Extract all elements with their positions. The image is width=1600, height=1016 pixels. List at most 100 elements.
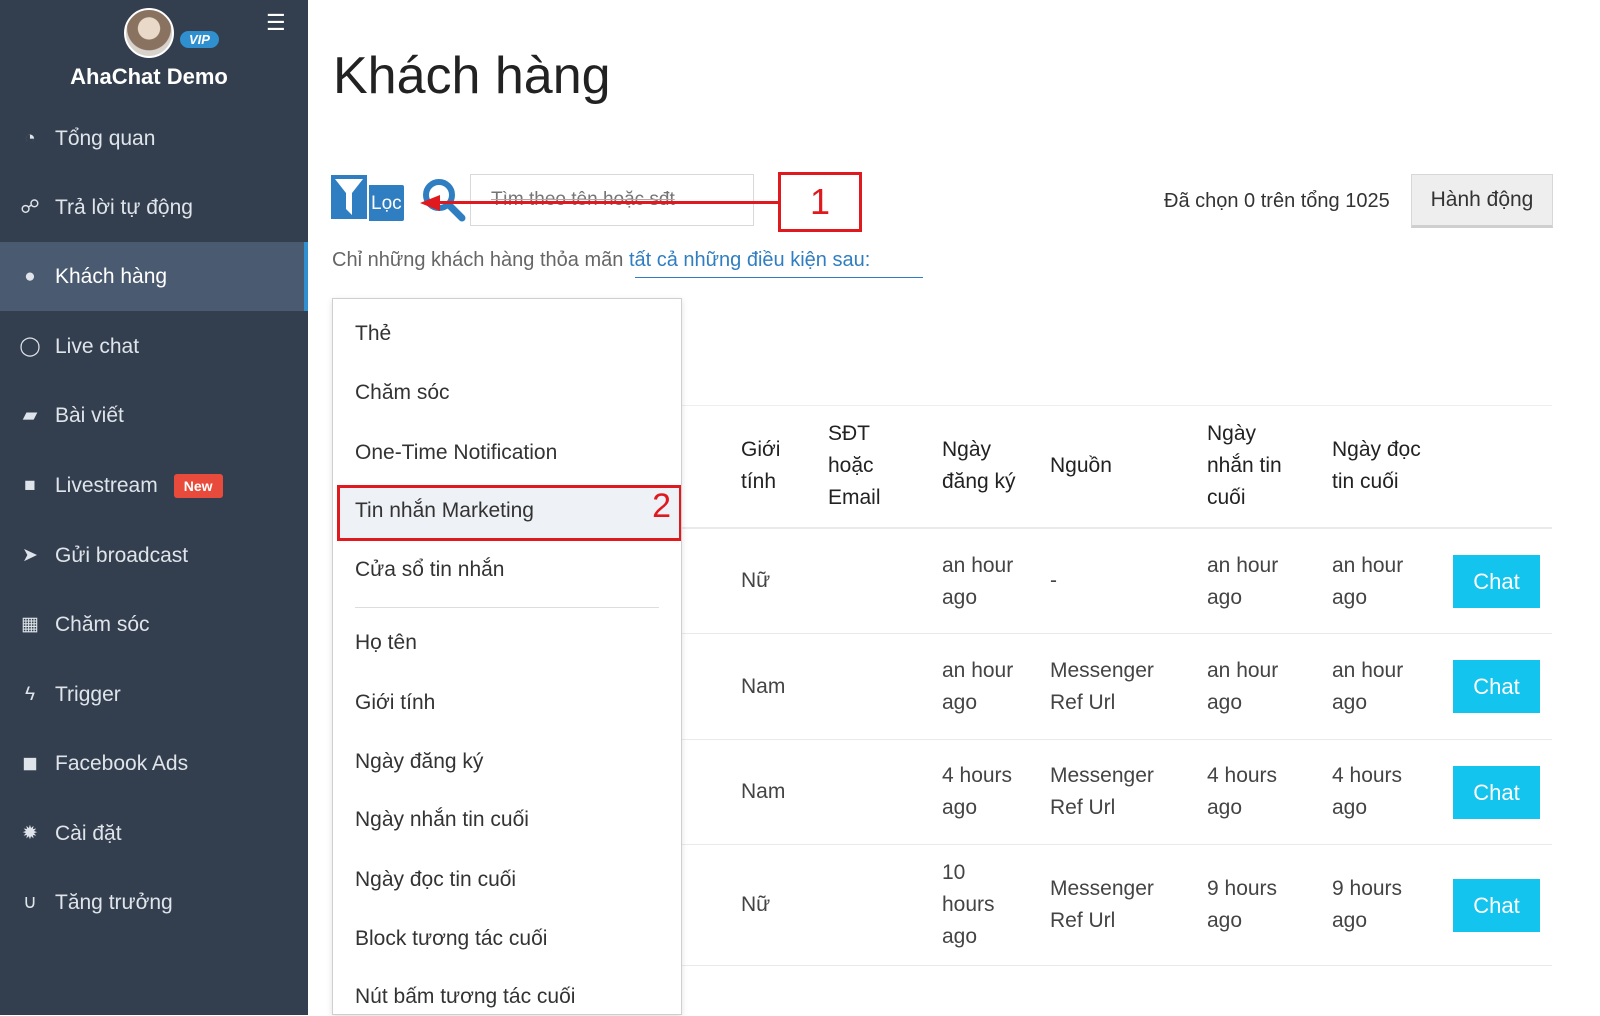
cell-gender: Nam xyxy=(741,780,786,803)
chat-button[interactable]: Chat xyxy=(1453,766,1540,819)
cell-text: Messenger xyxy=(1050,659,1154,682)
cell-text: an hour xyxy=(1332,659,1404,682)
cell-text: Messenger xyxy=(1050,877,1154,900)
dropdown-item-gioi-tinh[interactable]: Giới tính xyxy=(355,691,435,715)
sidebar: VIP ☰ AhaChat Demo ◔ Tổng quan ☍ Trả lời… xyxy=(0,0,308,1015)
condition-prefix: Chỉ những khách hàng thỏa mãn xyxy=(332,249,629,271)
cell-text: an hour xyxy=(1207,554,1279,577)
dropdown-item-nut-bam-tuong-tac-cuoi[interactable]: Nút bấm tương tác cuối xyxy=(355,985,575,1009)
cell-source: - xyxy=(1050,569,1057,592)
filter-field-dropdown: 2 Thẻ Chăm sóc One-Time Notification Tin… xyxy=(332,298,682,1015)
dropdown-item-one-time-notification[interactable]: One-Time Notification xyxy=(355,441,557,465)
cell-text: ago xyxy=(1332,796,1368,819)
cell-text: 10 xyxy=(942,861,966,884)
sidebar-item-label: Khách hàng xyxy=(55,264,168,288)
dropdown-item-cham-soc[interactable]: Chăm sóc xyxy=(355,381,450,405)
cell-text: ago xyxy=(1207,691,1243,714)
header-registered[interactable]: Ngày đăng ký xyxy=(942,434,1016,498)
sidebar-item-tong-quan[interactable]: ◔ Tổng quan xyxy=(0,104,308,173)
cell-last-read: 9 hours ago xyxy=(1332,873,1402,937)
header-text: cuối xyxy=(1207,486,1246,509)
cell-text: ago xyxy=(1207,796,1243,819)
row-divider xyxy=(682,739,1552,740)
dropdown-item-ngay-dang-ky[interactable]: Ngày đăng ký xyxy=(355,750,483,774)
header-last-read[interactable]: Ngày đọc tin cuối xyxy=(1332,434,1421,498)
cell-source: Messenger Ref Url xyxy=(1050,655,1154,719)
sidebar-item-label: Trigger xyxy=(55,682,121,706)
sidebar-item-tang-truong[interactable]: ∪ Tăng trưởng xyxy=(0,868,308,937)
header-text: Giới xyxy=(741,438,781,461)
dropdown-item-cua-so-tin-nhan[interactable]: Cửa sổ tin nhắn xyxy=(355,558,504,582)
search-input[interactable] xyxy=(470,174,754,226)
cell-last-read: 4 hours ago xyxy=(1332,760,1402,824)
header-contact[interactable]: SĐT hoặc Email xyxy=(828,418,881,514)
action-button[interactable]: Hành động xyxy=(1411,174,1553,228)
condition-link[interactable]: tất cả những điều kiện sau: xyxy=(629,249,870,271)
sidebar-item-gui-broadcast[interactable]: ➤ Gửi broadcast xyxy=(0,521,308,590)
dropdown-item-ho-ten[interactable]: Họ tên xyxy=(355,631,417,655)
sidebar-item-cham-soc[interactable]: ▦ Chăm sóc xyxy=(0,590,308,659)
sidebar-item-label: Trả lời tự động xyxy=(55,195,193,219)
dropdown-item-tin-nhan-marketing[interactable]: Tin nhắn Marketing xyxy=(355,499,534,523)
dropdown-item-the[interactable]: Thẻ xyxy=(355,322,391,346)
cell-last-read: an hour ago xyxy=(1332,655,1403,719)
sidebar-item-khach-hang[interactable]: ● Khách hàng xyxy=(0,242,308,311)
header-last-message[interactable]: Ngày nhắn tin cuối xyxy=(1207,418,1282,514)
header-gender[interactable]: Giới tính xyxy=(741,434,780,498)
cell-last-message: 9 hours ago xyxy=(1207,873,1277,937)
cell-text: Ref Url xyxy=(1050,796,1116,819)
dropdown-item-ngay-nhan-tin-cuoi[interactable]: Ngày nhắn tin cuối xyxy=(355,808,529,832)
annotation-number-2: 2 xyxy=(652,487,671,525)
cell-text: ago xyxy=(942,796,978,819)
cell-last-read: an hour ago xyxy=(1332,550,1403,614)
sidebar-item-cai-dat[interactable]: ✹ Cài đặt xyxy=(0,799,308,868)
profile: VIP ☰ AhaChat Demo xyxy=(0,0,308,110)
cell-text: 4 hours xyxy=(942,764,1013,787)
user-icon: ● xyxy=(24,265,36,287)
sidebar-item-livestream[interactable]: ■ Livestream New xyxy=(0,451,308,520)
chat-button[interactable]: Chat xyxy=(1453,555,1540,608)
dropdown-divider xyxy=(355,607,659,608)
hamburger-menu-icon[interactable]: ☰ xyxy=(266,10,286,36)
cell-text: 4 hours xyxy=(1207,764,1278,787)
dropdown-item-block-tuong-tac-cuoi[interactable]: Block tương tác cuối xyxy=(355,927,547,951)
sidebar-item-live-chat[interactable]: ◯ Live chat xyxy=(0,312,308,381)
cell-text: 4 hours xyxy=(1332,764,1403,787)
bolt-icon: ϟ xyxy=(24,683,36,705)
header-source[interactable]: Nguồn xyxy=(1050,450,1112,482)
chat-button[interactable]: Chat xyxy=(1453,879,1540,932)
cell-text: Ref Url xyxy=(1050,691,1116,714)
sidebar-item-label: Live chat xyxy=(55,334,140,358)
cell-text: an hour xyxy=(942,659,1014,682)
magnet-icon: ∪ xyxy=(23,892,37,913)
video-camera-icon: ■ xyxy=(24,474,36,496)
funnel-icon xyxy=(331,175,367,219)
filter-button[interactable]: Lọc xyxy=(331,175,404,221)
condition-underline xyxy=(635,277,923,278)
cell-text: ago xyxy=(942,586,978,609)
sidebar-item-label: Chăm sóc xyxy=(55,612,150,636)
cell-text: an hour xyxy=(1332,554,1404,577)
page-title: Khách hàng xyxy=(333,47,611,105)
app-name: AhaChat Demo xyxy=(70,64,228,89)
gear-icon: ✹ xyxy=(22,823,38,844)
sidebar-item-tra-loi-tu-dong[interactable]: ☍ Trả lời tự động xyxy=(0,173,308,242)
header-text: Ngày xyxy=(1207,422,1257,445)
cell-text: 9 hours xyxy=(1332,877,1403,900)
sidebar-item-label: Cài đặt xyxy=(55,821,122,845)
dropdown-item-ngay-doc-tin-cuoi[interactable]: Ngày đọc tin cuối xyxy=(355,868,516,892)
sidebar-item-label: Tăng trưởng xyxy=(55,890,173,914)
cell-text: ago xyxy=(1207,586,1243,609)
header-text: SĐT xyxy=(828,422,870,445)
sidebar-item-trigger[interactable]: ϟ Trigger xyxy=(0,660,308,729)
annotation-arrowhead xyxy=(420,195,440,211)
calendar-icon: ▦ xyxy=(21,614,39,635)
facebook-icon: ◼ xyxy=(22,753,38,774)
sidebar-item-facebook-ads[interactable]: ◼ Facebook Ads xyxy=(0,729,308,798)
cell-registered: an hour ago xyxy=(942,655,1013,719)
book-icon: ▰ xyxy=(22,405,38,426)
annotation-callout-1: 1 xyxy=(778,172,862,232)
avatar[interactable] xyxy=(124,8,174,58)
chat-button[interactable]: Chat xyxy=(1453,660,1540,713)
sidebar-item-bai-viet[interactable]: ▰ Bài viết xyxy=(0,381,308,450)
